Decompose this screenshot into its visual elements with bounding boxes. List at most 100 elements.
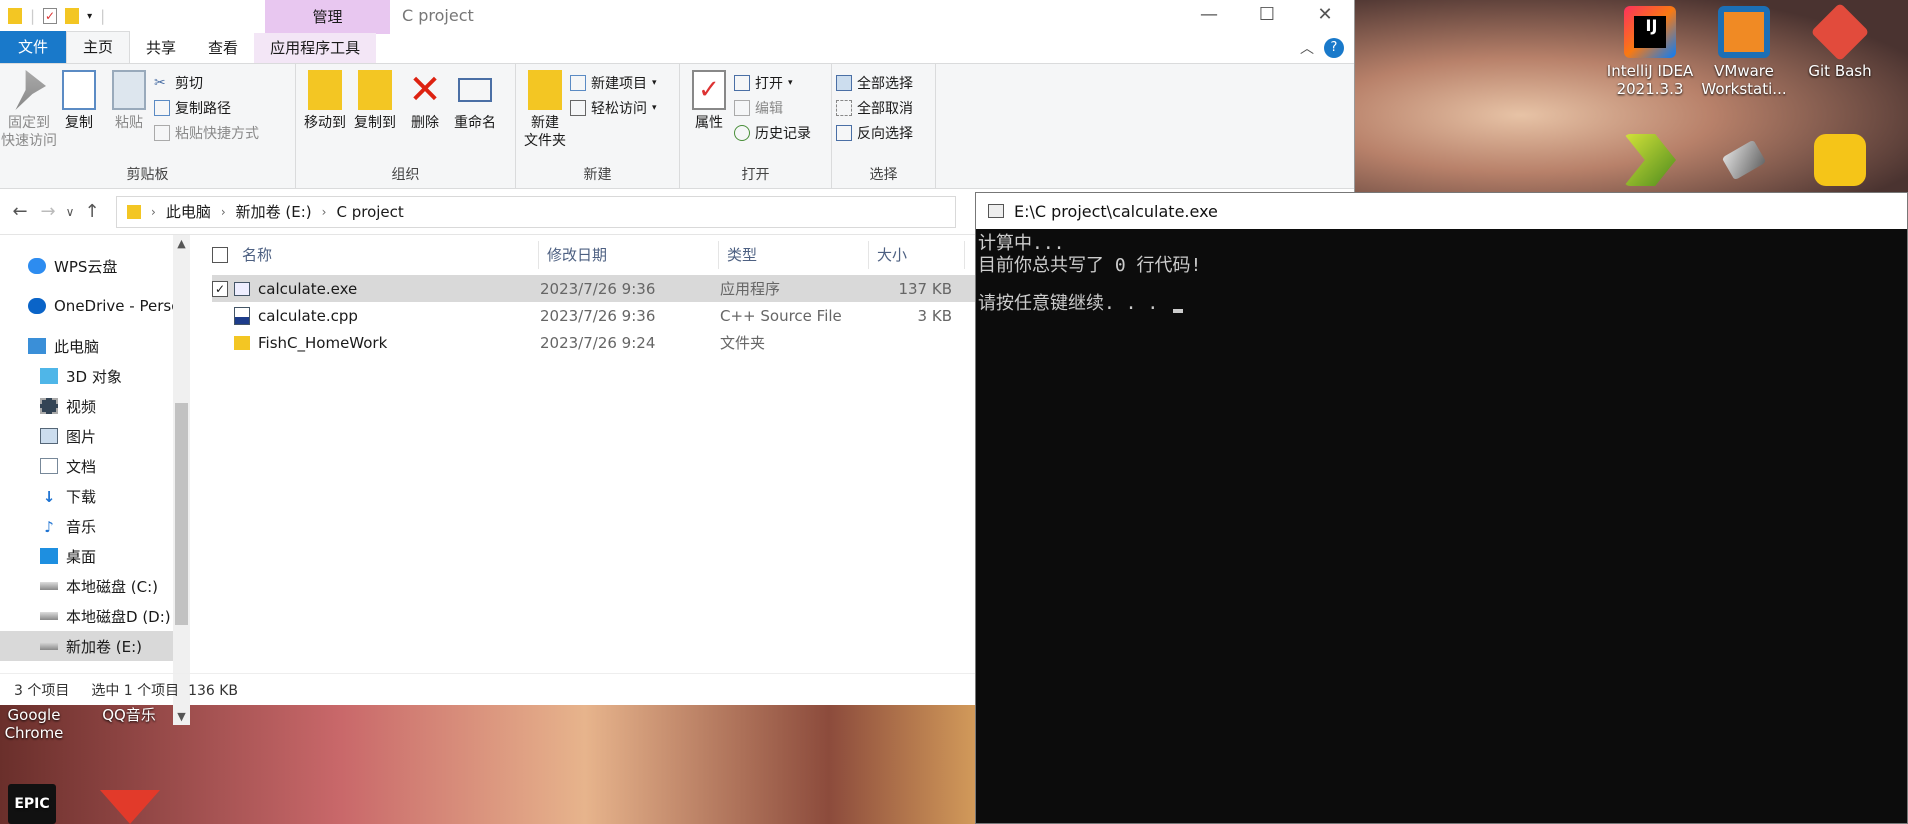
group-open: ✓ 属性 打开 ▾ 编辑 历史记录 打开 xyxy=(680,64,832,188)
breadcrumb-item[interactable]: 此电脑 xyxy=(166,201,211,222)
console-line: 请按任意键继续. . . xyxy=(978,293,1170,314)
nav-item-video[interactable]: 视频 xyxy=(0,391,190,421)
nav-item-downloads[interactable]: ↓ 下载 xyxy=(0,481,190,511)
ribbon: 固定到 快速访问 复制 粘贴 ✂ 剪切 复制路径 粘贴快捷方式 剪贴板 移动到 复… xyxy=(0,64,1354,189)
file-type: 文件夹 xyxy=(720,334,766,352)
chevron-right-icon: › xyxy=(220,204,226,219)
nav-scrollbar[interactable]: ▲ ▼ xyxy=(173,235,190,725)
nav-item-drive-e[interactable]: 新加卷 (E:) xyxy=(0,631,190,661)
breadcrumb[interactable]: › 此电脑 › 新加卷 (E:) › C project xyxy=(116,195,956,228)
copy-path-button[interactable]: 复制路径 xyxy=(154,97,259,119)
tab-file[interactable]: 文件 xyxy=(0,31,67,63)
nav-item-documents[interactable]: 文档 xyxy=(0,451,190,481)
nav-item-this-pc[interactable]: 此电脑 xyxy=(0,331,190,361)
desktop-icon-git-bash[interactable]: Git Bash xyxy=(1790,2,1890,80)
epic-games-icon[interactable]: EPIC xyxy=(8,784,56,824)
tab-share[interactable]: 共享 xyxy=(130,33,192,63)
scissors-icon: ✂ xyxy=(154,75,166,91)
open-icon xyxy=(734,75,750,91)
column-size[interactable]: 大小 xyxy=(869,241,965,269)
desktop-icon-intellij[interactable]: IJ IntelliJ IDEA 2021.3.3 xyxy=(1600,6,1700,98)
nav-item-drive-c[interactable]: 本地磁盘 (C:) xyxy=(0,571,190,601)
nav-item-3d[interactable]: 3D 对象 xyxy=(0,361,190,391)
console-title-bar[interactable]: E:\C project\calculate.exe xyxy=(976,193,1907,229)
new-item-button[interactable]: 新建项目 ▾ xyxy=(570,72,657,94)
folder-icon xyxy=(8,8,22,24)
desktop-icon-usb[interactable] xyxy=(1694,134,1794,190)
scroll-down-icon[interactable]: ▼ xyxy=(173,710,190,723)
exe-icon xyxy=(234,281,250,296)
up-button[interactable]: ↑ xyxy=(78,201,106,222)
maximize-button[interactable]: ☐ xyxy=(1238,0,1296,30)
edit-icon xyxy=(734,100,750,116)
dropdown-icon: ▾ xyxy=(652,78,657,88)
nav-item-pictures[interactable]: 图片 xyxy=(0,421,190,451)
select-all-button[interactable]: 全部选择 xyxy=(836,72,913,94)
desktop-icon-vmware[interactable]: VMware Workstati... xyxy=(1694,6,1794,98)
rename-icon xyxy=(458,78,492,102)
edit-button[interactable]: 编辑 xyxy=(734,97,811,119)
console-line: 计算中... xyxy=(978,233,1065,254)
console-icon xyxy=(988,204,1004,218)
column-name[interactable]: 名称 xyxy=(234,241,539,269)
console-window[interactable]: E:\C project\calculate.exe 计算中... 目前你总共写了… xyxy=(975,192,1908,824)
file-size: 3 KB xyxy=(917,306,952,325)
nav-item-desktop[interactable]: 桌面 xyxy=(0,541,190,571)
text-cursor xyxy=(1173,309,1184,313)
window-title: C project xyxy=(402,6,474,25)
column-date[interactable]: 修改日期 xyxy=(539,241,719,269)
file-name: calculate.cpp xyxy=(258,306,358,325)
desktop-icon-puzzle[interactable] xyxy=(1790,134,1890,190)
nav-item-drive-d[interactable]: 本地磁盘D (D:) xyxy=(0,601,190,631)
close-button[interactable]: ✕ xyxy=(1296,0,1354,30)
breadcrumb-item[interactable]: C project xyxy=(336,203,403,221)
drive-icon xyxy=(40,612,58,620)
scroll-up-icon[interactable]: ▲ xyxy=(173,237,190,250)
open-button[interactable]: 打开 ▾ xyxy=(734,72,811,94)
tab-app-tools[interactable]: 应用程序工具 xyxy=(254,33,377,63)
paste-shortcut-button[interactable]: 粘贴快捷方式 xyxy=(154,122,259,144)
new-folder-icon[interactable] xyxy=(65,8,80,24)
music-icon: ♪ xyxy=(44,518,54,536)
cut-button[interactable]: ✂ 剪切 xyxy=(154,72,259,94)
history-button[interactable]: 历史记录 xyxy=(734,122,811,144)
properties-icon[interactable]: ✓ xyxy=(43,8,58,24)
back-button[interactable]: ← xyxy=(6,201,34,222)
column-type[interactable]: 类型 xyxy=(719,241,869,269)
context-tab-manage[interactable]: 管理 xyxy=(265,0,390,34)
file-date: 2023/7/26 9:36 xyxy=(540,306,656,325)
picture-icon xyxy=(40,428,58,444)
forward-button[interactable]: → xyxy=(34,201,62,222)
tab-home[interactable]: 主页 xyxy=(66,31,131,63)
easy-access-icon xyxy=(570,100,586,116)
scrollbar-thumb[interactable] xyxy=(175,403,188,625)
desktop-icon-app[interactable] xyxy=(1600,134,1700,190)
recent-locations-icon[interactable]: ∨ xyxy=(62,205,78,219)
breadcrumb-item[interactable]: 新加卷 (E:) xyxy=(236,201,312,222)
vmware-icon xyxy=(1718,6,1770,58)
minimize-button[interactable]: — xyxy=(1180,0,1238,30)
document-icon xyxy=(40,458,58,474)
invert-selection-button[interactable]: 反向选择 xyxy=(836,122,913,144)
help-icon[interactable]: ? xyxy=(1324,38,1344,58)
onedrive-icon xyxy=(28,298,46,314)
move-to-icon xyxy=(308,70,342,110)
file-name: calculate.exe xyxy=(258,279,358,298)
collapse-ribbon-icon[interactable]: ︿ xyxy=(1300,38,1314,58)
tab-view[interactable]: 查看 xyxy=(192,33,254,63)
pin-icon xyxy=(15,70,46,110)
nav-item-music[interactable]: ♪ 音乐 xyxy=(0,511,190,541)
nav-item-wps[interactable]: WPS云盘 xyxy=(0,251,190,281)
chevron-right-icon: › xyxy=(151,204,156,219)
customize-qat-icon[interactable]: ▾ xyxy=(87,11,92,22)
select-none-button[interactable]: 全部取消 xyxy=(836,97,913,119)
intellij-icon: IJ xyxy=(1624,6,1676,58)
row-checkbox[interactable]: ✓ xyxy=(212,280,228,297)
easy-access-button[interactable]: 轻松访问 ▾ xyxy=(570,97,657,119)
drive-icon xyxy=(40,582,58,590)
select-all-checkbox[interactable] xyxy=(212,247,228,263)
nav-item-onedrive[interactable]: OneDrive - Perso xyxy=(0,291,190,321)
file-size: 137 KB xyxy=(898,279,952,298)
console-line: 目前你总共写了 0 行代码! xyxy=(978,255,1202,276)
